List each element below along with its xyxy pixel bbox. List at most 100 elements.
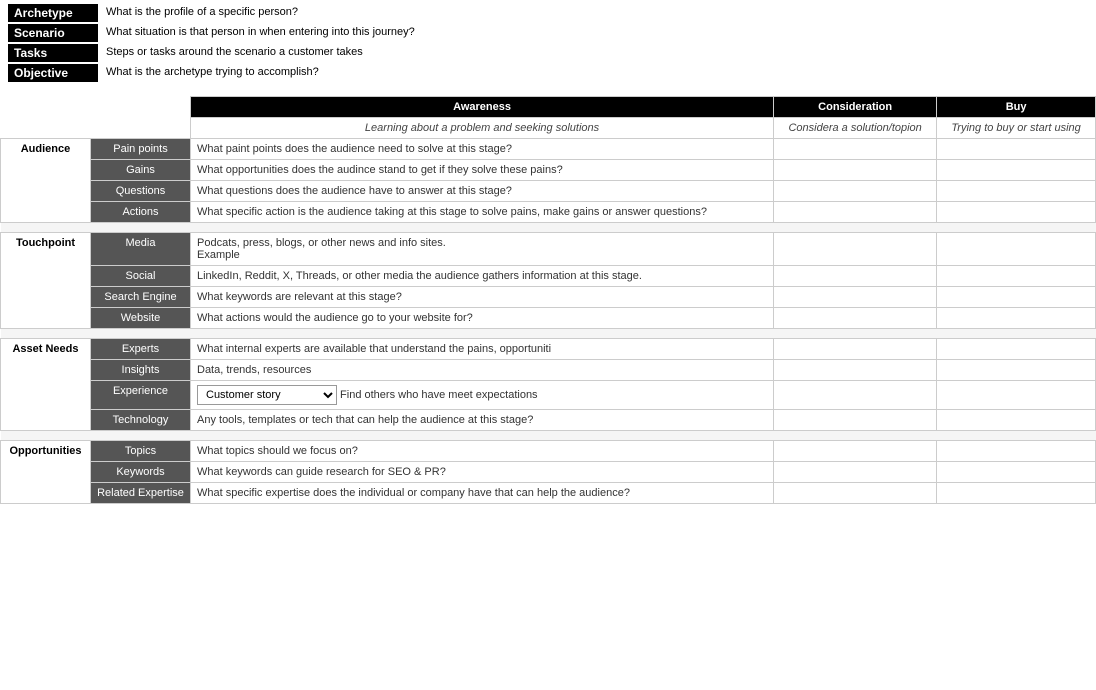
table-row: Related ExpertiseWhat specific expertise… (1, 483, 1096, 504)
cell-awareness-gains: What opportunities does the audince stan… (191, 160, 774, 181)
table-row: WebsiteWhat actions would the audience g… (1, 308, 1096, 329)
table-row: ActionsWhat specific action is the audie… (1, 202, 1096, 223)
col-sub-consideration: Considera a solution/topion (774, 118, 937, 139)
legend-desc-archetype: What is the profile of a specific person… (106, 4, 298, 20)
cell-buy-keywords (937, 462, 1096, 483)
cell-awareness-search-engine: What keywords are relevant at this stage… (191, 287, 774, 308)
row-label-experts: Experts (91, 339, 191, 360)
row-label-website: Website (91, 308, 191, 329)
row-label-related-expertise: Related Expertise (91, 483, 191, 504)
legend-row-archetype: Archetype What is the profile of a specif… (8, 4, 1088, 22)
row-label-experience: Experience (91, 381, 191, 410)
row-label-topics: Topics (91, 441, 191, 462)
table-row: TechnologyAny tools, templates or tech t… (1, 410, 1096, 431)
table-row: Asset NeedsExpertsWhat internal experts … (1, 339, 1096, 360)
cell-buy-technology (937, 410, 1096, 431)
table-row: OpportunitiesTopicsWhat topics should we… (1, 441, 1096, 462)
legend-label-tasks: Tasks (8, 44, 98, 62)
section-divider (1, 431, 1096, 441)
legend-label-archetype: Archetype (8, 4, 98, 22)
cell-consideration-topics (774, 441, 937, 462)
cell-buy-media (937, 233, 1096, 266)
cell-consideration-website (774, 308, 937, 329)
table-row: GainsWhat opportunities does the audince… (1, 160, 1096, 181)
cell-buy-website (937, 308, 1096, 329)
cell-buy-search-engine (937, 287, 1096, 308)
row-label-questions: Questions (91, 181, 191, 202)
section-label-audience: Audience (1, 139, 91, 223)
legend-label-scenario: Scenario (8, 24, 98, 42)
cell-awareness-topics: What topics should we focus on? (191, 441, 774, 462)
row-label-search-engine: Search Engine (91, 287, 191, 308)
row-label-technology: Technology (91, 410, 191, 431)
cell-consideration-related-expertise (774, 483, 937, 504)
table-row: QuestionsWhat questions does the audienc… (1, 181, 1096, 202)
cell-consideration-keywords (774, 462, 937, 483)
row-label-keywords: Keywords (91, 462, 191, 483)
row-label-pain-points: Pain points (91, 139, 191, 160)
table-row: SocialLinkedIn, Reddit, X, Threads, or o… (1, 266, 1096, 287)
col-header-awareness: Awareness (191, 97, 774, 118)
cell-awareness-keywords: What keywords can guide research for SEO… (191, 462, 774, 483)
table-row: InsightsData, trends, resources (1, 360, 1096, 381)
row-label-gains: Gains (91, 160, 191, 181)
cell-buy-questions (937, 181, 1096, 202)
cell-consideration-gains (774, 160, 937, 181)
cell-consideration-insights (774, 360, 937, 381)
experience-dropdown[interactable]: Customer storyCase StudyTestimonialDemo (197, 385, 337, 405)
cell-buy-actions (937, 202, 1096, 223)
cell-consideration-search-engine (774, 287, 937, 308)
col-header-buy: Buy (937, 97, 1096, 118)
row-label-media: Media (91, 233, 191, 266)
cell-buy-insights (937, 360, 1096, 381)
legend-desc-objective: What is the archetype trying to accompli… (106, 64, 319, 80)
row-label-social: Social (91, 266, 191, 287)
cell-awareness-social: LinkedIn, Reddit, X, Threads, or other m… (191, 266, 774, 287)
legend-label-objective: Objective (8, 64, 98, 82)
section-label-opportunities: Opportunities (1, 441, 91, 504)
cell-awareness-website: What actions would the audience go to yo… (191, 308, 774, 329)
section-divider (1, 223, 1096, 233)
cell-buy-related-expertise (937, 483, 1096, 504)
col-sub-awareness: Learning about a problem and seeking sol… (191, 118, 774, 139)
row-label-insights: Insights (91, 360, 191, 381)
cell-consideration-actions (774, 202, 937, 223)
section-label-asset-needs: Asset Needs (1, 339, 91, 431)
legend-row-scenario: Scenario What situation is that person in… (8, 24, 1088, 42)
table-row: ExperienceCustomer storyCase StudyTestim… (1, 381, 1096, 410)
row-label-actions: Actions (91, 202, 191, 223)
cell-consideration-pain-points (774, 139, 937, 160)
cell-awareness-media: Podcats, press, blogs, or other news and… (191, 233, 774, 266)
cell-buy-social (937, 266, 1096, 287)
col-sub-buy: Trying to buy or start using (937, 118, 1096, 139)
cell-awareness-related-expertise: What specific expertise does the individ… (191, 483, 774, 504)
legend-desc-scenario: What situation is that person in when en… (106, 24, 415, 40)
cell-awareness-questions: What questions does the audience have to… (191, 181, 774, 202)
cell-buy-gains (937, 160, 1096, 181)
table-row: Search EngineWhat keywords are relevant … (1, 287, 1096, 308)
cell-awareness-actions: What specific action is the audience tak… (191, 202, 774, 223)
cell-consideration-experience (774, 381, 937, 410)
cell-consideration-media (774, 233, 937, 266)
section-divider (1, 329, 1096, 339)
legend-section: Archetype What is the profile of a specif… (0, 0, 1096, 88)
cell-consideration-technology (774, 410, 937, 431)
cell-buy-topics (937, 441, 1096, 462)
section-label-touchpoint: Touchpoint (1, 233, 91, 329)
cell-awareness-experience[interactable]: Customer storyCase StudyTestimonialDemo … (191, 381, 774, 410)
table-row: AudiencePain pointsWhat paint points doe… (1, 139, 1096, 160)
legend-row-objective: Objective What is the archetype trying to… (8, 64, 1088, 82)
col-header-consideration: Consideration (774, 97, 937, 118)
journey-table: Awareness Consideration Buy Learning abo… (0, 96, 1096, 504)
table-row: TouchpointMediaPodcats, press, blogs, or… (1, 233, 1096, 266)
cell-awareness-pain-points: What paint points does the audience need… (191, 139, 774, 160)
cell-buy-pain-points (937, 139, 1096, 160)
cell-buy-experience (937, 381, 1096, 410)
cell-awareness-experts: What internal experts are available that… (191, 339, 774, 360)
table-row: KeywordsWhat keywords can guide research… (1, 462, 1096, 483)
cell-awareness-insights: Data, trends, resources (191, 360, 774, 381)
experience-text: Find others who have meet expectations (337, 389, 538, 401)
cell-consideration-social (774, 266, 937, 287)
cell-consideration-questions (774, 181, 937, 202)
legend-row-tasks: TasksSteps or tasks around the scenario … (8, 44, 1088, 62)
